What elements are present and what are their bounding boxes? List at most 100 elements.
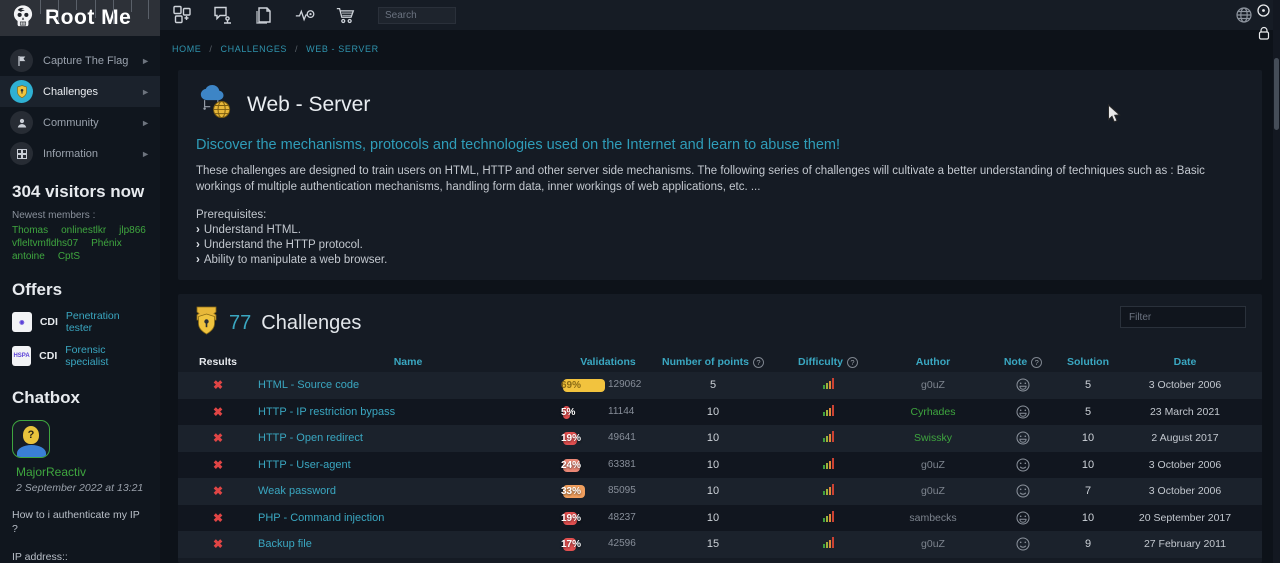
chat-username-link[interactable]: MajorReactiv [16,465,148,479]
column-header-solution[interactable]: Solution [1068,356,1108,368]
author-link[interactable]: Cyrhades [911,406,956,418]
validation-percent-label: 19% [561,512,581,525]
member-link[interactable]: antoine [12,251,45,262]
sidebar-item-capture-the-flag[interactable]: Capture The Flag ► [0,45,160,76]
table-row: ✖ PHP - Command injection 19% 48237 10 s… [178,505,1262,532]
not-validated-icon: ✖ [213,431,223,445]
result-cell: ✖ [178,511,258,525]
shield-badge-icon [194,306,219,341]
member-link[interactable]: Phénix [91,238,122,249]
thread-decoration [113,0,114,24]
column-header-author[interactable]: Author [888,356,978,368]
difficulty-bars-icon [823,378,834,389]
filter-input[interactable] [1120,306,1246,328]
challenge-link[interactable]: HTTP - User-agent [258,459,351,471]
challenge-link[interactable]: PHP - Command injection [258,512,384,524]
thread-decoration [58,0,59,22]
date-cell: 2 August 2017 [1108,432,1262,444]
member-link[interactable]: onlinestlkr [61,225,106,236]
help-icon[interactable]: ? [1031,357,1042,368]
validation-count: 11144 [608,399,634,426]
solution-cell[interactable]: 5 [1068,406,1108,418]
difficulty-bars-icon [823,511,834,522]
difficulty-bars-icon [823,458,834,469]
table-row: ✖ HTTP - Open redirect 19% 49641 10 Swis… [178,425,1262,452]
globe-language-icon[interactable] [1233,4,1255,26]
sidebar-item-information[interactable]: Information ► [0,138,160,169]
column-header-results[interactable]: Results [178,356,258,368]
result-cell: ✖ [178,378,258,392]
result-cell: ✖ [178,537,258,551]
difficulty-cell [768,511,888,525]
points-cell: 10 [658,432,768,444]
not-validated-icon: ✖ [213,458,223,472]
newest-members-label: Newest members : [12,210,148,221]
validation-percent-label: 24% [561,459,581,472]
column-header-note[interactable]: Note? [978,356,1068,368]
scrollbar-thumb[interactable] [1274,58,1279,130]
author-link[interactable]: Swissky [914,432,952,444]
cart-icon[interactable] [335,4,357,26]
browser-overlay-icons [1256,3,1271,46]
challenge-name-cell: PHP - Command injection [258,512,558,524]
challenge-link[interactable]: HTTP - IP restriction bypass [258,406,395,418]
chatbox-heading: Chatbox [12,388,148,408]
author-link[interactable]: g0uZ [921,485,945,497]
bullet-arrow-icon: › [196,254,200,266]
date-cell: 23 March 2021 [1108,406,1262,418]
offer-link[interactable]: Penetration tester [66,310,148,334]
solution-cell[interactable]: 10 [1068,459,1108,471]
validation-percent-label: 69% [561,379,581,392]
member-link[interactable]: Thomas [12,225,48,236]
target-icon[interactable] [1256,3,1271,23]
difficulty-cell [768,431,888,445]
sidebar-item-community[interactable]: Community ► [0,107,160,138]
documents-icon[interactable] [253,4,275,26]
date-cell: 3 October 2006 [1108,459,1262,471]
solution-cell[interactable]: 7 [1068,485,1108,497]
search-input[interactable] [378,7,456,24]
sidebar-item-label: Community [43,117,99,129]
challenge-link[interactable]: HTML - Source code [258,379,359,391]
challenge-link[interactable]: HTTP - Open redirect [258,432,363,444]
column-header-date[interactable]: Date [1108,356,1262,368]
activity-target-icon[interactable] [294,4,316,26]
breadcrumb-home-link[interactable]: HOME [172,44,201,54]
solution-cell[interactable]: 5 [1068,379,1108,391]
table-row: ✖ HTTP - User-agent 24% 63381 10 g0uZ 10… [178,452,1262,479]
member-link[interactable]: vfleltvmfldhs07 [12,238,78,249]
challenge-link[interactable]: Backup file [258,538,312,550]
column-header-validations[interactable]: Validations [558,356,658,368]
member-link[interactable]: jlp866 [119,225,146,236]
offer-link[interactable]: Forensic specialist [65,344,148,368]
note-emoji-icon [978,405,1068,419]
breadcrumb-current[interactable]: WEB - SERVER [306,44,379,54]
column-header-difficulty[interactable]: Difficulty? [768,356,888,368]
author-link[interactable]: sambecks [909,512,956,524]
challenges-grid-icon[interactable] [171,4,193,26]
date-cell: 3 October 2006 [1108,379,1262,391]
scrollbar[interactable] [1273,0,1280,563]
column-header-name[interactable]: Name [258,356,558,368]
chevron-right-icon: ► [141,149,150,159]
author-link[interactable]: g0uZ [921,379,945,391]
lock-icon[interactable] [1257,26,1271,46]
column-header-points[interactable]: Number of points? [658,356,768,368]
help-icon[interactable]: ? [847,357,858,368]
breadcrumb-challenges-link[interactable]: CHALLENGES [221,44,288,54]
sidebar-item-challenges[interactable]: Challenges ► [0,76,160,107]
challenge-link[interactable]: Weak password [258,485,336,497]
category-header-card: Web - Server Discover the mechanisms, pr… [178,70,1262,280]
author-link[interactable]: g0uZ [921,459,945,471]
difficulty-bars-icon [823,484,834,495]
help-icon[interactable]: ? [753,357,764,368]
result-cell: ✖ [178,458,258,472]
author-link[interactable]: g0uZ [921,538,945,550]
solution-cell[interactable]: 10 [1068,512,1108,524]
community-chat-icon[interactable] [212,4,234,26]
logo[interactable]: Root Me [0,0,160,36]
solution-cell[interactable]: 10 [1068,432,1108,444]
avatar[interactable]: ? [12,420,50,458]
member-link[interactable]: CptS [58,251,80,262]
solution-cell[interactable]: 9 [1068,538,1108,550]
